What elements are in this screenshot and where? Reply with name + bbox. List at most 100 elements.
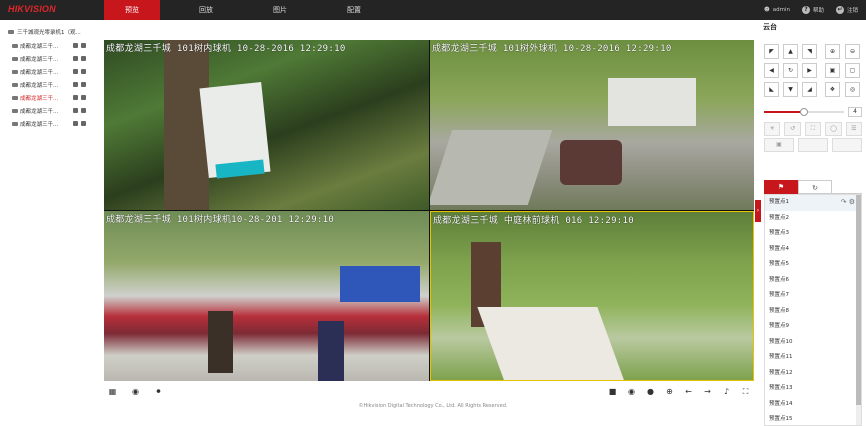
left-button[interactable]: ◀	[764, 63, 779, 78]
list-item[interactable]: 预置点11	[765, 350, 861, 366]
window-layout-icon[interactable]: ▦	[108, 388, 117, 396]
nav-config[interactable]: 配置	[326, 0, 382, 20]
brand-logo: HIKVISION	[8, 4, 56, 14]
video-cell-1[interactable]: 成都龙湖三千城 101树内球机 10-28-2016 12:29:10	[104, 40, 429, 210]
stream-type-icon[interactable]: ◉	[131, 388, 140, 396]
list-item[interactable]: 预置点8	[765, 304, 861, 320]
ptz-icon[interactable]	[81, 69, 86, 74]
list-item[interactable]: 预置点5	[765, 257, 861, 273]
patrol-tab[interactable]: ↻	[798, 180, 832, 194]
up-button[interactable]: ▲	[783, 44, 798, 59]
tree-item[interactable]: 成都龙湖三千...	[10, 65, 100, 78]
fullscreen-icon[interactable]: ⛶	[741, 388, 750, 396]
next-page-icon[interactable]: →	[703, 388, 712, 396]
menu-icon[interactable]: ☰	[845, 122, 863, 136]
list-item[interactable]: 预置点7	[765, 288, 861, 304]
wiper-icon[interactable]: ↺	[784, 122, 801, 136]
tree-root[interactable]: 三千城观光零录机1（观...	[8, 27, 100, 37]
record-icon[interactable]	[73, 82, 78, 87]
down-right-button[interactable]: ◢	[802, 82, 817, 97]
collapse-panel-button[interactable]: ›	[755, 200, 761, 222]
ptz-icon[interactable]	[81, 121, 86, 126]
speed-slider[interactable]: 4	[764, 107, 862, 117]
tree-item[interactable]: 成都龙湖三千...	[10, 52, 100, 65]
list-item[interactable]: 预置点13	[765, 381, 861, 397]
video-cell-2[interactable]: 成都龙湖三千城 101树外球机 10-28-2016 12:29:10	[430, 40, 754, 210]
preset-scrollbar[interactable]	[856, 195, 861, 425]
nav-preview[interactable]: 预览	[104, 0, 160, 20]
help-button[interactable]: ? 帮助	[801, 6, 824, 14]
ptz-title: 云台	[763, 23, 777, 31]
3d-position-icon[interactable]	[798, 138, 828, 152]
microphone-icon[interactable]: ⚫	[154, 388, 163, 396]
lens-init-icon[interactable]: ◯	[825, 122, 842, 136]
record-icon[interactable]	[73, 108, 78, 113]
list-item[interactable]: 预置点14	[765, 397, 861, 413]
shrub-shape	[560, 140, 622, 185]
manual-track-icon[interactable]: ▣	[764, 138, 794, 152]
preset-label: 预置点3	[769, 230, 789, 236]
ptz-icon[interactable]	[81, 56, 86, 61]
record-all-icon[interactable]: ●	[646, 388, 655, 396]
record-icon[interactable]	[73, 56, 78, 61]
ptz-icon[interactable]	[81, 43, 86, 48]
tree-item[interactable]: 成都龙湖三千...	[10, 104, 100, 117]
list-item[interactable]: 预置点2	[765, 211, 861, 227]
lens-controls: ⊕ ⊖ ▣ ▢ ❖ ◎	[825, 44, 860, 97]
speed-knob[interactable]	[800, 108, 808, 116]
record-icon[interactable]	[73, 69, 78, 74]
preset-label: 预置点7	[769, 292, 789, 298]
up-right-button[interactable]: ◥	[802, 44, 817, 59]
focus-far-icon[interactable]: ▢	[845, 63, 860, 78]
ptz-icon[interactable]	[81, 108, 86, 113]
user-area: ☻ admin ? 帮助 ↵ 注销	[764, 0, 858, 20]
tree-item[interactable]: 成都龙湖三千...	[10, 39, 100, 52]
camera-icon	[12, 82, 18, 87]
tree-item[interactable]: 成都龙湖三千...	[10, 78, 100, 91]
nav-playback[interactable]: 回放	[178, 0, 234, 20]
volume-icon[interactable]: ♪	[722, 388, 731, 396]
up-left-button[interactable]: ◤	[764, 44, 779, 59]
person-shape	[318, 321, 344, 381]
call-preset-icon[interactable]: ↷ ⚙	[841, 195, 855, 211]
zoom-in-icon[interactable]: ⊕	[825, 44, 840, 59]
direction-pad: ◤ ▲ ◥ ◀ ↻ ▶ ◣ ▼ ◢	[764, 44, 817, 97]
tree-item[interactable]: 成都龙湖三千...	[10, 117, 100, 130]
capture-icon[interactable]: ◉	[627, 388, 636, 396]
list-item[interactable]: 预置点4	[765, 242, 861, 258]
focus-near-icon[interactable]: ▣	[825, 63, 840, 78]
list-item[interactable]: 预置点12	[765, 366, 861, 382]
down-button[interactable]: ▼	[783, 82, 798, 97]
iris-open-icon[interactable]: ❖	[825, 82, 840, 97]
record-icon[interactable]	[73, 43, 78, 48]
light-icon[interactable]: ☀	[764, 122, 781, 136]
down-left-button[interactable]: ◣	[764, 82, 779, 97]
zoom-icon[interactable]: ⊕	[665, 388, 674, 396]
stop-all-icon[interactable]: ■	[608, 388, 617, 396]
record-icon[interactable]	[73, 121, 78, 126]
video-cell-4[interactable]: 成都龙湖三千城 中庭林前球机 016 12:29:10	[430, 211, 754, 381]
auto-scan-button[interactable]: ↻	[783, 63, 798, 78]
nav-picture[interactable]: 图片	[252, 0, 308, 20]
zoom-out-icon[interactable]: ⊖	[845, 44, 860, 59]
ptz-icon[interactable]	[81, 82, 86, 87]
list-item[interactable]: 预置点9	[765, 319, 861, 335]
video-cell-3[interactable]: 成都龙湖三千城 101树内球机10-28-201 12:29:10	[104, 211, 429, 381]
list-item[interactable]: 预置点1 ↷ ⚙	[765, 195, 861, 211]
record-icon[interactable]	[73, 95, 78, 100]
user-menu[interactable]: ☻ admin	[764, 7, 790, 13]
tree-item[interactable]: 成都龙湖三千...	[10, 91, 100, 104]
right-button[interactable]: ▶	[802, 63, 817, 78]
logout-button[interactable]: ↵ 注销	[835, 6, 858, 14]
list-item[interactable]: 预置点10	[765, 335, 861, 351]
scrollbar-thumb[interactable]	[856, 195, 861, 405]
prev-page-icon[interactable]: ←	[684, 388, 693, 396]
iris-close-icon[interactable]: ◎	[845, 82, 860, 97]
ptz-icon[interactable]	[81, 95, 86, 100]
list-item[interactable]: 预置点6	[765, 273, 861, 289]
person-shape	[208, 311, 233, 373]
list-item[interactable]: 预置点3	[765, 226, 861, 242]
preset-tab[interactable]: ⚑	[764, 180, 798, 194]
list-item[interactable]: 预置点15	[765, 412, 861, 425]
focus-assist-icon[interactable]: ⛶	[804, 122, 822, 136]
